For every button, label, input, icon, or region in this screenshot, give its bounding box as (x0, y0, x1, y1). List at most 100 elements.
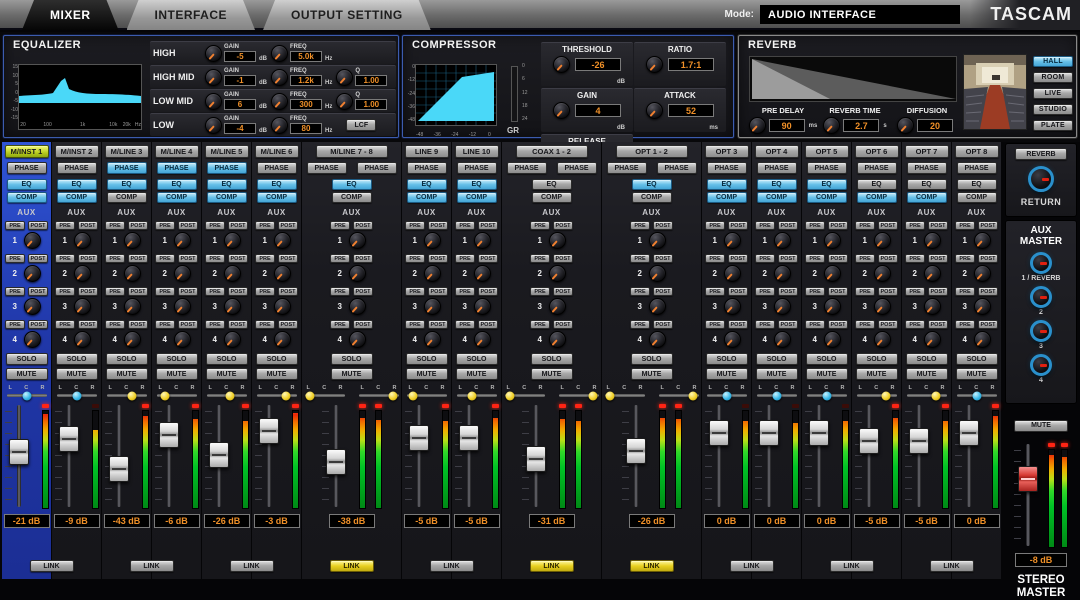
aux-send-knob[interactable] (874, 331, 891, 348)
mute-button[interactable]: MUTE (156, 368, 198, 380)
aux-post-button[interactable]: POST (78, 254, 98, 263)
master-mute-button[interactable]: MUTE (1014, 420, 1068, 432)
eq-gain-knob[interactable] (205, 69, 222, 86)
eq-button[interactable]: EQ (457, 179, 497, 190)
solo-button[interactable]: SOLO (806, 353, 848, 365)
aux-post-button[interactable]: POST (478, 287, 498, 296)
aux-send-knob[interactable] (924, 232, 941, 249)
eq-button[interactable]: EQ (257, 179, 297, 190)
pan-slider[interactable] (505, 394, 545, 397)
aux-send-knob[interactable] (24, 331, 41, 348)
aux-master-knob[interactable] (1030, 354, 1052, 376)
aux-send-knob[interactable] (474, 232, 491, 249)
aux-send-knob[interactable] (474, 298, 491, 315)
aux-send-knob[interactable] (874, 265, 891, 282)
aux-post-button[interactable]: POST (653, 287, 673, 296)
aux-pre-button[interactable]: PRE (455, 254, 475, 263)
pan-slider[interactable] (207, 394, 247, 397)
pan-slider[interactable] (257, 394, 297, 397)
aux-pre-button[interactable]: PRE (205, 254, 225, 263)
aux-post-button[interactable]: POST (828, 320, 848, 329)
fader-handle[interactable] (759, 420, 779, 446)
phase-button[interactable]: PHASE (157, 162, 197, 174)
aux-post-button[interactable]: POST (128, 287, 148, 296)
aux-post-button[interactable]: POST (478, 221, 498, 230)
pan-slider[interactable] (659, 394, 699, 397)
phase-button[interactable]: PHASE (857, 162, 897, 174)
aux-post-button[interactable]: POST (478, 254, 498, 263)
aux-pre-button[interactable]: PRE (855, 287, 875, 296)
channel-select-button[interactable]: M/LINE 3 (105, 145, 149, 158)
solo-button[interactable]: SOLO (531, 353, 573, 365)
aux-pre-button[interactable]: PRE (630, 287, 650, 296)
aux-pre-button[interactable]: PRE (405, 287, 425, 296)
aux-post-button[interactable]: POST (128, 221, 148, 230)
aux-send-knob[interactable] (74, 232, 91, 249)
aux-post-button[interactable]: POST (353, 254, 373, 263)
mute-button[interactable]: MUTE (956, 368, 998, 380)
aux-pre-button[interactable]: PRE (5, 221, 25, 230)
mute-button[interactable]: MUTE (906, 368, 948, 380)
channel-select-button[interactable]: M/INST 2 (55, 145, 99, 158)
comp-button[interactable]: COMP (57, 192, 97, 203)
aux-post-button[interactable]: POST (128, 254, 148, 263)
aux-pre-button[interactable]: PRE (405, 221, 425, 230)
phase-button[interactable]: PHASE (57, 162, 97, 174)
solo-button[interactable]: SOLO (956, 353, 998, 365)
aux-send-knob[interactable] (774, 331, 791, 348)
eq-gain-knob[interactable] (205, 45, 222, 62)
master-fader-handle[interactable] (1018, 466, 1038, 492)
comp-button[interactable]: COMP (157, 192, 197, 203)
aux-send-knob[interactable] (424, 331, 441, 348)
comp-button[interactable]: COMP (257, 192, 297, 203)
phase-button[interactable]: PHASE (457, 162, 497, 174)
aux-post-button[interactable]: POST (353, 287, 373, 296)
fader-handle[interactable] (59, 426, 79, 452)
aux-send-knob[interactable] (224, 331, 241, 348)
pan-slider[interactable] (407, 394, 447, 397)
eq-button[interactable]: EQ (907, 179, 947, 190)
aux-send-knob[interactable] (774, 232, 791, 249)
aux-post-button[interactable]: POST (828, 254, 848, 263)
aux-send-knob[interactable] (549, 232, 566, 249)
mute-button[interactable]: MUTE (531, 368, 573, 380)
pan-dot[interactable] (128, 391, 137, 400)
aux-post-button[interactable]: POST (878, 221, 898, 230)
pan-dot[interactable] (389, 391, 398, 400)
solo-button[interactable]: SOLO (631, 353, 673, 365)
aux-post-button[interactable]: POST (728, 287, 748, 296)
aux-pre-button[interactable]: PRE (530, 320, 550, 329)
aux-send-knob[interactable] (24, 298, 41, 315)
aux-post-button[interactable]: POST (728, 320, 748, 329)
fader-handle[interactable] (909, 428, 929, 454)
aux-send-knob[interactable] (724, 298, 741, 315)
phase-button[interactable]: PHASE (557, 162, 597, 174)
aux-pre-button[interactable]: PRE (455, 320, 475, 329)
mute-button[interactable]: MUTE (631, 368, 673, 380)
aux-pre-button[interactable]: PRE (205, 320, 225, 329)
phase-button[interactable]: PHASE (707, 162, 747, 174)
pan-slider[interactable] (807, 394, 847, 397)
pan-dot[interactable] (22, 391, 31, 400)
aux-post-button[interactable]: POST (278, 320, 298, 329)
aux-pre-button[interactable]: PRE (755, 287, 775, 296)
pan-dot[interactable] (881, 391, 890, 400)
aux-post-button[interactable]: POST (278, 254, 298, 263)
channel-select-button[interactable]: LINE 10 (455, 145, 499, 158)
aux-post-button[interactable]: POST (778, 254, 798, 263)
pan-dot[interactable] (160, 391, 169, 400)
solo-button[interactable]: SOLO (406, 353, 448, 365)
aux-send-knob[interactable] (424, 232, 441, 249)
aux-post-button[interactable]: POST (878, 254, 898, 263)
aux-pre-button[interactable]: PRE (105, 287, 125, 296)
reverb-return-knob[interactable] (1028, 166, 1054, 192)
mute-button[interactable]: MUTE (756, 368, 798, 380)
aux-send-knob[interactable] (224, 265, 241, 282)
aux-pre-button[interactable]: PRE (405, 254, 425, 263)
aux-pre-button[interactable]: PRE (805, 221, 825, 230)
aux-send-knob[interactable] (649, 331, 666, 348)
aux-pre-button[interactable]: PRE (205, 221, 225, 230)
pan-slider[interactable] (605, 394, 645, 397)
pan-dot[interactable] (931, 391, 940, 400)
fader-handle[interactable] (209, 442, 229, 468)
